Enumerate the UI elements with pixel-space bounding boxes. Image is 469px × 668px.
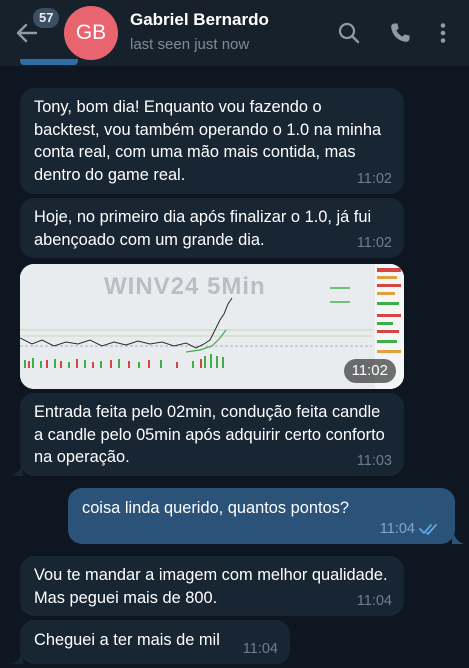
message-text: coisa linda querido, quantos pontos?: [82, 499, 349, 517]
contact-name[interactable]: Gabriel Bernardo: [130, 10, 269, 30]
message-bubble-incoming[interactable]: Cheguei a ter mais de mil 11:04: [20, 620, 290, 664]
bubble-tail: [11, 462, 23, 476]
message-time: 11:04: [242, 641, 278, 657]
message-text: Cheguei a ter mais de mil: [34, 631, 220, 649]
message-time: 11:02: [343, 359, 396, 383]
double-check-icon: [419, 524, 437, 535]
chart-watermark-title: WINV24 5Min: [104, 273, 266, 300]
message-time: 11:04: [356, 593, 392, 609]
message-text: Entrada feita pelo 02min, condução feita…: [34, 403, 385, 466]
more-vertical-icon[interactable]: [431, 21, 455, 45]
message-bubble-incoming[interactable]: Hoje, no primeiro dia após finalizar o 1…: [20, 198, 404, 258]
previous-message-edge: [20, 59, 78, 65]
message-time: 11:02: [356, 171, 392, 187]
message-text: Vou te mandar a imagem com melhor qualid…: [34, 566, 388, 607]
photo-message[interactable]: WINV24 5Min 11:02: [20, 264, 404, 389]
message-text: Tony, bom dia! Enquanto vou fazendo o ba…: [34, 98, 382, 184]
message-bubble-outgoing[interactable]: coisa linda querido, quantos pontos? 11:…: [68, 488, 455, 544]
message-bubble-incoming[interactable]: Vou te mandar a imagem com melhor qualid…: [20, 556, 404, 616]
message-time: 11:03: [356, 453, 392, 469]
phone-icon[interactable]: [388, 21, 412, 45]
avatar[interactable]: GB: [64, 6, 118, 60]
unread-count-badge: 57: [33, 8, 60, 28]
message-time: 11:02: [356, 235, 392, 251]
message-bubble-incoming[interactable]: Entrada feita pelo 02min, condução feita…: [20, 393, 404, 476]
chat-header: 57 GB Gabriel Bernardo last seen just no…: [0, 0, 469, 66]
bubble-tail: [11, 650, 23, 664]
bubble-tail: [452, 530, 464, 544]
message-bubble-incoming[interactable]: Tony, bom dia! Enquanto vou fazendo o ba…: [20, 88, 404, 194]
message-time: 11:04: [379, 521, 415, 537]
last-seen-status: last seen just now: [130, 36, 250, 53]
search-icon[interactable]: [337, 21, 361, 45]
message-text: Hoje, no primeiro dia após finalizar o 1…: [34, 208, 372, 249]
